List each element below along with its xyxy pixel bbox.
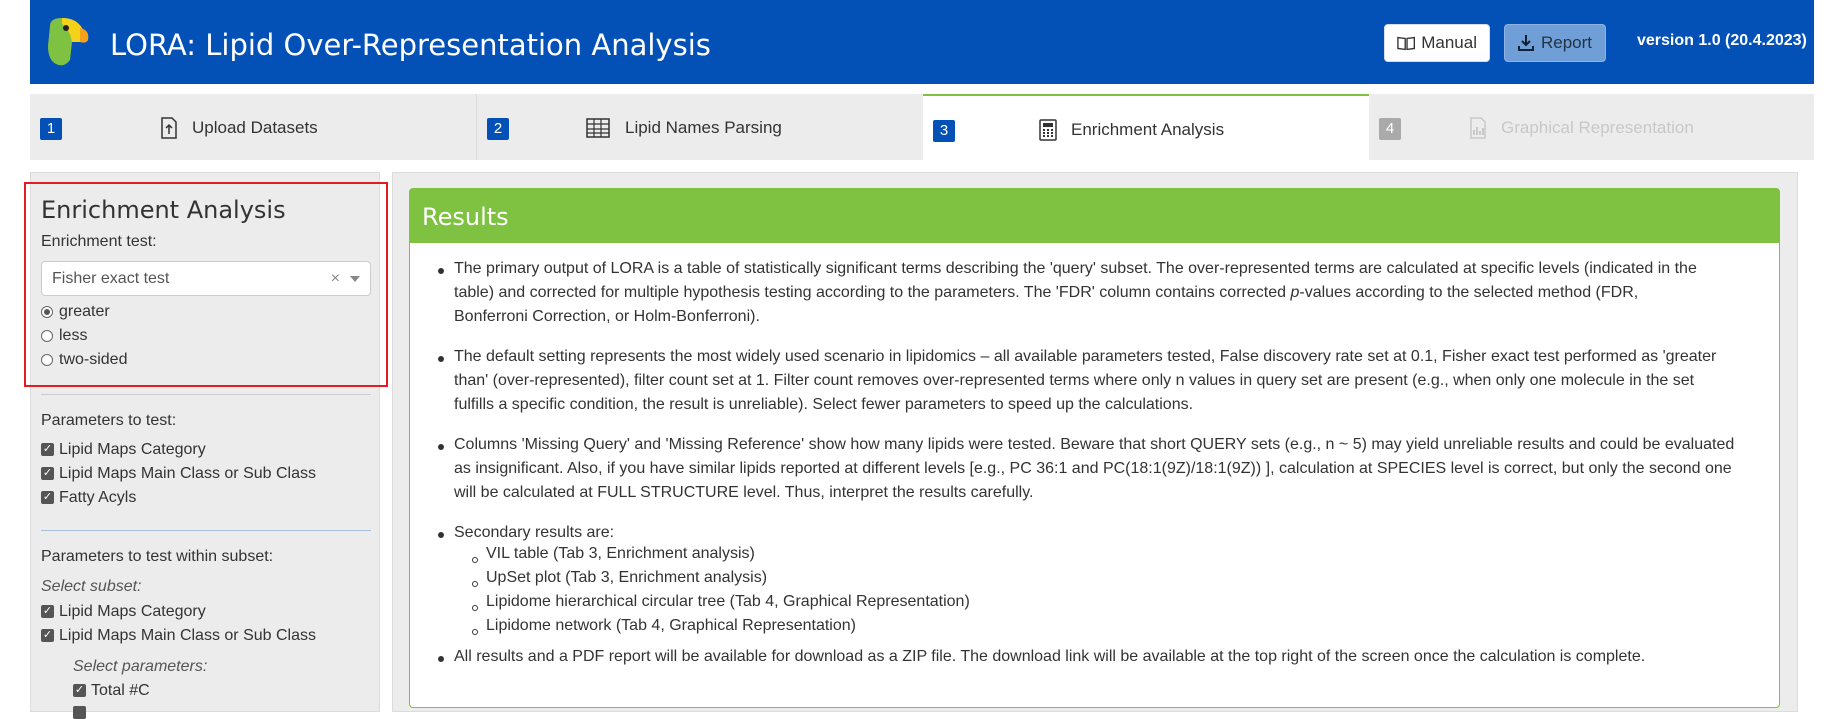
divider: [41, 530, 371, 531]
report-button-label: Report: [1541, 33, 1593, 52]
version-text: version 1.0 (20.4.2023): [1637, 32, 1807, 49]
sub-bullet: [472, 581, 478, 587]
chevron-down-icon[interactable]: [350, 276, 360, 282]
results-box: Results The primary output of LORA is a …: [409, 188, 1780, 708]
radio-two-sided-label: two-sided: [59, 351, 128, 368]
select-parameters-label: Select parameters:: [73, 658, 208, 675]
radio-greater[interactable]: [41, 306, 53, 318]
calculator-icon: [1039, 119, 1057, 141]
sidebar-title: Enrichment Analysis: [41, 196, 286, 224]
secondary-item: Lipidome network (Tab 4, Graphical Repre…: [486, 617, 856, 634]
params-label: Parameters to test:: [41, 412, 177, 429]
tab-number: 3: [933, 120, 955, 142]
para-line: will be calculated at FULL STRUCTURE lev…: [454, 484, 1034, 501]
tab-label: Upload Datasets: [192, 118, 318, 137]
bullet: [438, 268, 444, 274]
sub-bullet: [472, 557, 478, 563]
results-title: Results: [422, 203, 509, 231]
para-text: -values according to the selected method…: [1299, 284, 1639, 301]
checkbox-next[interactable]: [73, 706, 86, 719]
radio-less-label: less: [59, 327, 88, 344]
enrichment-test-value: Fisher exact test: [52, 270, 170, 287]
tab-number: 4: [1379, 118, 1401, 140]
para-text: table) and corrected for multiple hypoth…: [454, 284, 1291, 301]
para-line: Bonferroni Correction, or Holm-Bonferron…: [454, 308, 760, 325]
app-header: LORA: Lipid Over-Representation Analysis…: [30, 0, 1814, 84]
results-paragraph: Secondary results are:: [454, 524, 615, 541]
checkbox-label: Lipid Maps Category: [59, 441, 206, 458]
enrichment-test-label: Enrichment test:: [41, 233, 157, 250]
tab-bar: 1 Upload Datasets 2 Lipid Names Parsing …: [30, 94, 1814, 160]
tab-lipid-names-parsing[interactable]: 2 Lipid Names Parsing: [476, 94, 922, 160]
results-paragraph: The default setting represents the most …: [454, 345, 1754, 417]
bullet: [438, 656, 444, 662]
chart-icon: [1470, 117, 1486, 139]
para-line: The primary output of LORA is a table of…: [454, 260, 1697, 277]
results-paragraph: The primary output of LORA is a table of…: [454, 257, 1754, 329]
tab-enrichment-analysis[interactable]: 3 Enrichment Analysis: [923, 94, 1369, 160]
results-paragraph: Columns 'Missing Query' and 'Missing Ref…: [454, 433, 1754, 505]
clear-icon[interactable]: ×: [331, 270, 340, 288]
secondary-item: VIL table (Tab 3, Enrichment analysis): [486, 545, 755, 562]
checkbox-lipid-maps-category[interactable]: ✓: [41, 443, 54, 456]
para-line: table) and corrected for multiple hypoth…: [454, 281, 1754, 305]
para-line: fulfills a specific condition, the resul…: [454, 396, 1194, 413]
para-line: The default setting represents the most …: [454, 348, 1717, 365]
para-line: as insignificant. Also, if you have simi…: [454, 460, 1732, 477]
radio-greater-label: greater: [59, 303, 110, 320]
tab-number: 2: [487, 118, 509, 140]
radio-less[interactable]: [41, 330, 53, 342]
secondary-item: Lipidome hierarchical circular tree (Tab…: [486, 593, 970, 610]
tab-graphical-representation[interactable]: 4 Graphical Representation: [1369, 94, 1814, 160]
report-button[interactable]: Report: [1504, 24, 1606, 62]
upload-icon: [161, 117, 177, 139]
para-line: Columns 'Missing Query' and 'Missing Ref…: [454, 436, 1735, 453]
tab-upload-datasets[interactable]: 1 Upload Datasets: [30, 94, 476, 160]
checkbox-subset-lipid-maps-main-class[interactable]: ✓: [41, 629, 54, 642]
app-title: LORA: Lipid Over-Representation Analysis: [110, 28, 711, 62]
manual-button[interactable]: Manual: [1384, 24, 1490, 62]
download-icon: [1518, 35, 1534, 51]
checkbox-total-c[interactable]: ✓: [73, 684, 86, 697]
para-line: than' (over-represented), filter count s…: [454, 372, 1695, 389]
tab-label: Graphical Representation: [1501, 118, 1694, 137]
checkbox-fatty-acyls[interactable]: ✓: [41, 491, 54, 504]
checkbox-label: Lipid Maps Category: [59, 603, 206, 620]
divider: [41, 394, 371, 395]
results-header: Results: [410, 189, 1779, 243]
enrichment-test-select[interactable]: Fisher exact test ×: [41, 261, 371, 296]
select-subset-label: Select subset:: [41, 578, 142, 595]
sub-bullet: [472, 605, 478, 611]
secondary-item: UpSet plot (Tab 3, Enrichment analysis): [486, 569, 768, 586]
manual-button-label: Manual: [1421, 33, 1477, 52]
bullet: [438, 532, 444, 538]
radio-two-sided[interactable]: [41, 354, 53, 366]
checkbox-label: Lipid Maps Main Class or Sub Class: [59, 627, 316, 644]
checkbox-subset-lipid-maps-category[interactable]: ✓: [41, 605, 54, 618]
checkbox-label: Total #C: [91, 682, 150, 699]
bullet: [438, 444, 444, 450]
tab-label: Lipid Names Parsing: [625, 118, 782, 137]
subset-params-label: Parameters to test within subset:: [41, 548, 274, 565]
tab-label: Enrichment Analysis: [1071, 120, 1225, 139]
tab-number: 1: [40, 118, 62, 140]
book-icon: [1397, 36, 1416, 51]
checkbox-label: Lipid Maps Main Class or Sub Class: [59, 465, 316, 482]
checkbox-lipid-maps-main-class[interactable]: ✓: [41, 467, 54, 480]
parrot-logo-icon: [48, 18, 89, 66]
table-icon: [586, 118, 610, 138]
checkbox-label: Fatty Acyls: [59, 489, 137, 506]
sub-bullet: [472, 629, 478, 635]
bullet: [438, 356, 444, 362]
results-paragraph: All results and a PDF report will be ava…: [454, 648, 1646, 665]
